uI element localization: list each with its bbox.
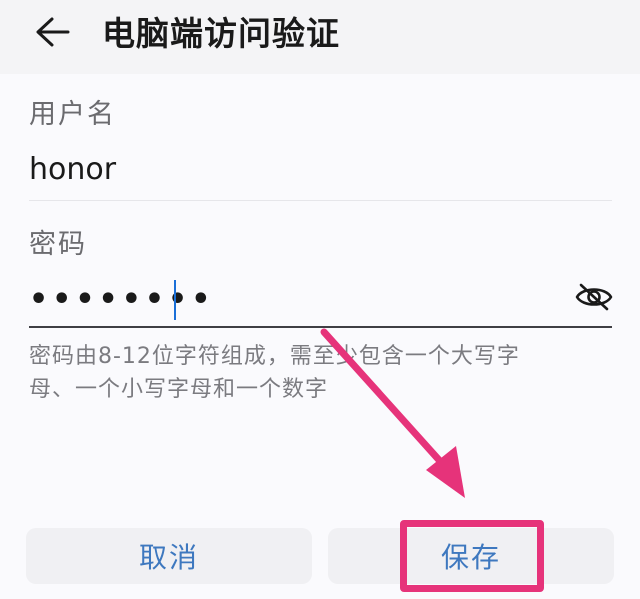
app-screen: 电脑端访问验证 用户名 honor 密码 •••••••• 密码由8-12位字符… bbox=[0, 0, 640, 599]
password-hint-line2: 母、一个小写字母和一个数字 bbox=[29, 377, 329, 402]
password-underline bbox=[29, 326, 612, 328]
password-label: 密码 bbox=[29, 229, 87, 260]
cancel-button[interactable]: 取消 bbox=[26, 528, 312, 584]
save-button[interactable]: 保存 bbox=[328, 528, 614, 584]
username-input[interactable]: honor bbox=[29, 152, 116, 187]
password-hint: 密码由8-12位字符组成，需至少包含一个大写字 母、一个小写字母和一个数字 bbox=[29, 340, 604, 406]
arrow-left-icon bbox=[34, 16, 70, 52]
text-cursor bbox=[174, 280, 176, 320]
password-hint-line1: 密码由8-12位字符组成，需至少包含一个大写字 bbox=[29, 344, 520, 369]
page-title: 电脑端访问验证 bbox=[102, 14, 340, 53]
password-input[interactable]: •••••••• bbox=[29, 280, 214, 320]
eye-off-icon bbox=[575, 282, 613, 316]
toggle-visibility-button[interactable] bbox=[574, 279, 614, 319]
username-divider bbox=[29, 200, 612, 201]
username-label: 用户名 bbox=[29, 99, 116, 130]
back-button[interactable] bbox=[24, 8, 80, 60]
header-bar: 电脑端访问验证 bbox=[0, 0, 640, 74]
